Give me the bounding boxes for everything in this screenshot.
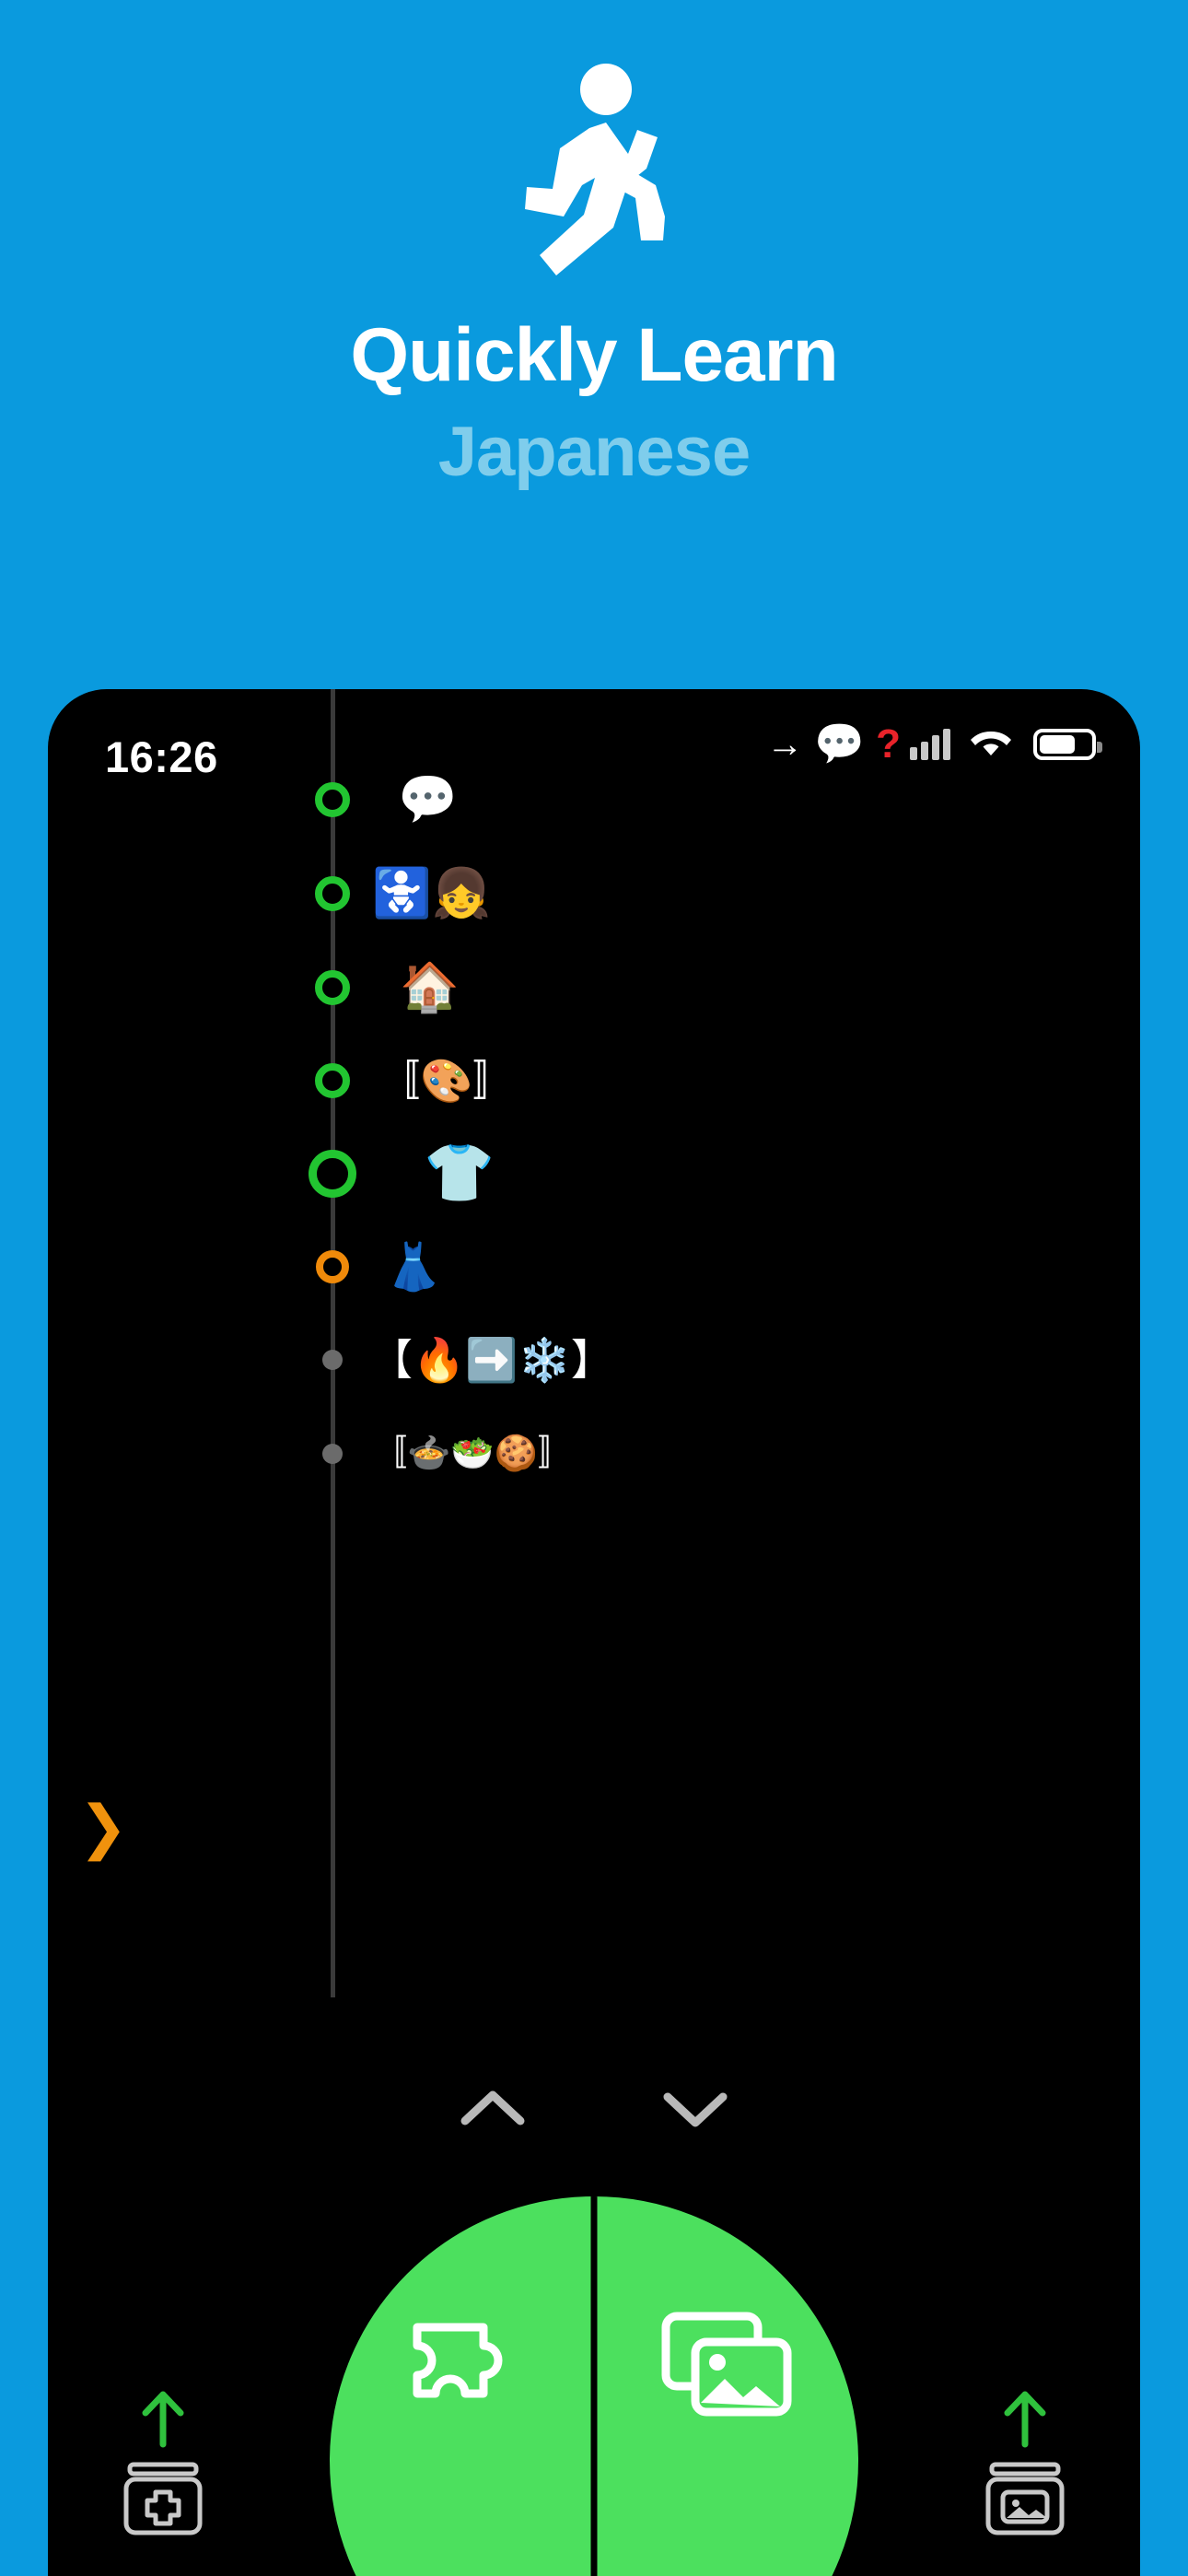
timeline-node-dot[interactable] bbox=[315, 782, 350, 817]
archive-button[interactable] bbox=[85, 2368, 241, 2543]
timeline-node-dot-next[interactable] bbox=[316, 1250, 349, 1283]
divider bbox=[590, 2196, 598, 2576]
timeline-node-dot-current[interactable] bbox=[309, 1150, 356, 1198]
phone-screen: 16:26 → 💬 ? 💬 🚼👧 🏠 〚🎨〛 👕 👗 【🔥➡️❄️】 〚🍲🥗🍪〛… bbox=[48, 689, 1140, 2576]
timeline-node-label: 〚🎨〛 bbox=[378, 1057, 516, 1105]
timeline-node-dot-locked[interactable] bbox=[322, 1444, 343, 1464]
timeline-node-label: 🚼👧 bbox=[372, 867, 492, 920]
gallery-button[interactable] bbox=[947, 2368, 1103, 2543]
timeline-node-label: 👗 bbox=[385, 1241, 443, 1293]
up-arrow-icon bbox=[136, 2389, 190, 2450]
chevron-right-icon[interactable]: ❯ bbox=[48, 1781, 158, 1873]
timeline-node-label: 【🔥➡️❄️】 bbox=[370, 1336, 613, 1384]
photo-box-icon bbox=[981, 2459, 1069, 2543]
timeline-node-label: 👕 bbox=[424, 1142, 495, 1205]
timeline-node-label: 🏠 bbox=[400, 961, 460, 1014]
cards-button[interactable] bbox=[594, 2196, 858, 2576]
archive-box-icon bbox=[119, 2459, 207, 2543]
lesson-timeline: 💬 🚼👧 🏠 〚🎨〛 👕 👗 【🔥➡️❄️】 〚🍲🥗🍪〛 bbox=[48, 689, 1140, 2007]
timeline-node-label: 〚🍲🥗🍪〛 bbox=[372, 1434, 573, 1473]
up-arrow-icon bbox=[998, 2389, 1052, 2450]
timeline-node-dot[interactable] bbox=[315, 1063, 350, 1098]
promo-header: Quickly Learn Japanese bbox=[0, 0, 1188, 682]
timeline-node-dot[interactable] bbox=[315, 970, 350, 1005]
timeline-node-dot[interactable] bbox=[315, 876, 350, 911]
puzzle-button[interactable] bbox=[330, 2196, 594, 2576]
running-person-icon bbox=[502, 51, 686, 299]
timeline-node-dot-locked[interactable] bbox=[322, 1350, 343, 1370]
main-action-circle bbox=[322, 2189, 866, 2576]
timeline-node-label: 💬 bbox=[398, 773, 458, 826]
page-title: Quickly Learn bbox=[350, 313, 838, 397]
bottom-bar bbox=[48, 2115, 1140, 2576]
page-subtitle: Japanese bbox=[437, 413, 751, 492]
